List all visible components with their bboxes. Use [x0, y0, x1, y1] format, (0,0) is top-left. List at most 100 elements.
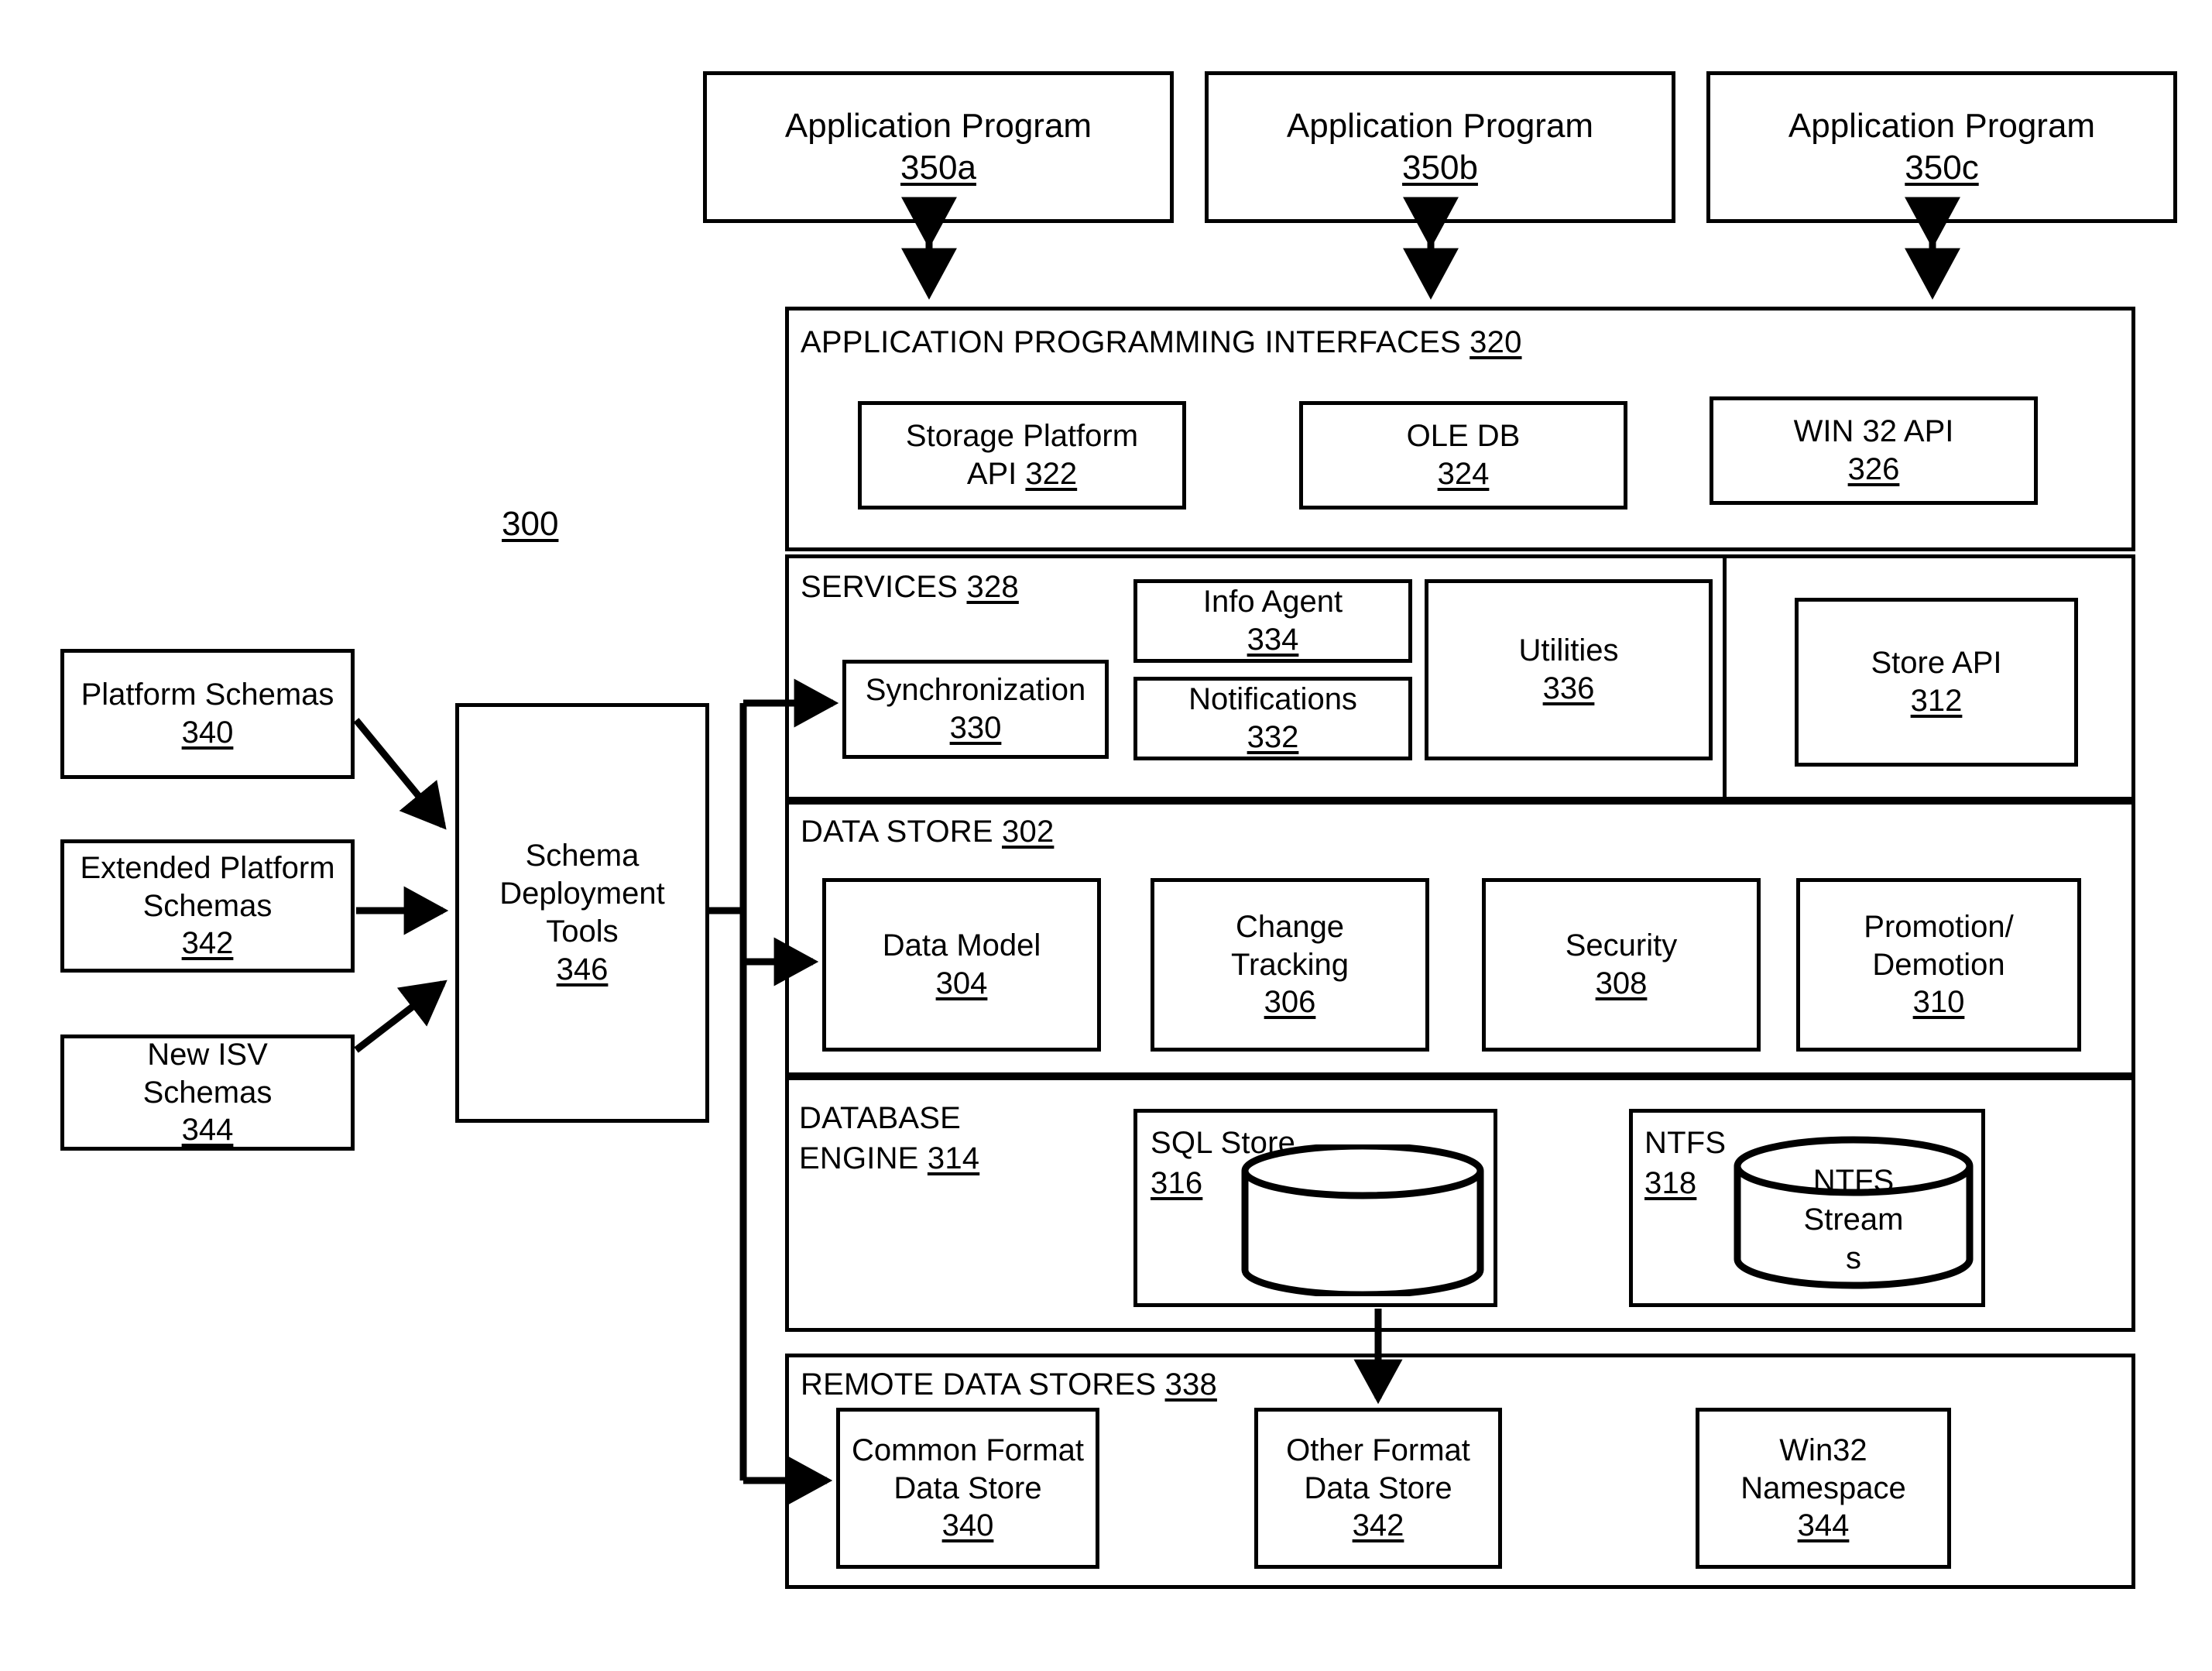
application-program-350c-number: 350c: [1905, 149, 1979, 187]
figure-canvas: Application Program 350a Application Pro…: [0, 0, 2212, 1671]
store-api-label: Store API: [1871, 646, 2002, 681]
ntfs-label: NTFS: [1644, 1126, 1727, 1160]
security-308: Security 308: [1482, 878, 1761, 1052]
extended-platform-schemas-label-line2: Schemas: [142, 888, 273, 923]
application-program-350a-label: Application Program: [784, 107, 1092, 146]
new-isv-schemas-number: 344: [181, 1113, 234, 1148]
schema-deployment-tools-label-line1: Schema: [525, 839, 640, 873]
data-store-title-number: 302: [1002, 815, 1055, 849]
services-title-number: 328: [966, 570, 1019, 604]
platform-schemas-number: 340: [181, 715, 234, 750]
application-program-350b: Application Program 350b: [1205, 71, 1675, 223]
utilities-label: Utilities: [1518, 633, 1619, 668]
win32-namespace-label-line1: Win32: [1779, 1433, 1867, 1467]
data-store-title: DATA STORE 302: [801, 815, 1054, 849]
api-title-number: 320: [1470, 325, 1522, 359]
application-program-350b-label: Application Program: [1286, 107, 1594, 146]
application-program-350c: Application Program 350c: [1706, 71, 2177, 223]
other-format-data-store-number: 342: [1352, 1508, 1404, 1543]
services-title: SERVICES 328: [801, 570, 1019, 605]
storage-platform-api-label: Storage Platform: [905, 419, 1139, 454]
figure-reference-numeral: 300: [502, 505, 558, 544]
application-program-350c-label: Application Program: [1788, 107, 2096, 146]
common-format-data-store-number: 340: [941, 1508, 994, 1543]
info-agent-number: 334: [1247, 623, 1299, 657]
common-format-data-store-label-line1: Common Format: [851, 1433, 1085, 1467]
extended-platform-schemas-label-line1: Extended Platform: [80, 850, 335, 885]
schema-deployment-tools-label-line2: Deployment: [499, 877, 665, 911]
services-title-text: SERVICES: [801, 570, 959, 604]
application-program-350b-number: 350b: [1402, 149, 1478, 187]
storage-platform-api-label2: API 322: [967, 455, 1077, 493]
api-title-text: APPLICATION PROGRAMMING INTERFACES: [801, 325, 1461, 359]
ntfs-streams-line3: s: [1846, 1241, 1861, 1275]
win32-namespace-label-line2: Namespace: [1740, 1470, 1906, 1505]
ole-db-label: OLE DB: [1406, 419, 1521, 454]
data-model-label: Data Model: [882, 928, 1041, 963]
sql-store-cylinder-icon: [1241, 1144, 1484, 1296]
store-api-312: Store API 312: [1795, 598, 2078, 767]
notifications-label: Notifications: [1188, 682, 1357, 717]
new-isv-schemas-label-line1: New ISV: [147, 1037, 268, 1072]
info-agent-334: Info Agent 334: [1133, 579, 1412, 663]
database-engine-title-number: 314: [927, 1141, 980, 1175]
change-tracking-label-line1: Change: [1235, 909, 1345, 944]
synchronization-330: Synchronization 330: [842, 660, 1109, 759]
store-api-number: 312: [1910, 684, 1963, 718]
schema-deployment-tools-label-line3: Tools: [546, 914, 619, 949]
platform-schemas-label: Platform Schemas: [81, 678, 334, 712]
notifications-332: Notifications 332: [1133, 677, 1412, 760]
application-program-350a-number: 350a: [900, 149, 976, 187]
storage-platform-api-line2: API: [966, 457, 1017, 491]
platform-schemas-340: Platform Schemas 340: [60, 649, 355, 779]
sql-store-number: 316: [1151, 1166, 1203, 1200]
data-store-title-text: DATA STORE: [801, 815, 993, 849]
remote-data-stores-title: REMOTE DATA STORES 338: [801, 1367, 1217, 1402]
data-model-number: 304: [935, 966, 988, 1000]
promotion-demotion-number: 310: [1912, 985, 1965, 1020]
security-number: 308: [1595, 966, 1648, 1000]
win-32-api-326: WIN 32 API 326: [1710, 396, 2038, 505]
database-engine-title-line2: ENGINE: [799, 1141, 919, 1175]
ntfs-number: 318: [1644, 1166, 1697, 1200]
security-label: Security: [1565, 928, 1678, 963]
remote-data-stores-title-text: REMOTE DATA STORES: [801, 1367, 1157, 1402]
ole-db-324: OLE DB 324: [1299, 401, 1627, 510]
other-format-data-store-label-line1: Other Format: [1286, 1433, 1470, 1467]
change-tracking-label-line2: Tracking: [1231, 947, 1349, 982]
storage-platform-api-322: Storage Platform API 322: [858, 401, 1186, 510]
ntfs-streams-line2: Stream: [1803, 1203, 1904, 1237]
other-format-data-store-342: Other Format Data Store 342: [1254, 1408, 1502, 1569]
win-32-api-label: WIN 32 API: [1793, 414, 1954, 449]
figure-number-text: 300: [502, 505, 559, 543]
ole-db-number: 324: [1437, 457, 1490, 491]
win-32-api-number: 326: [1847, 452, 1900, 486]
info-agent-label: Info Agent: [1202, 585, 1343, 619]
utilities-336: Utilities 336: [1425, 579, 1713, 760]
promotion-demotion-310: Promotion/ Demotion 310: [1796, 878, 2081, 1052]
win32-namespace-344: Win32 Namespace 344: [1696, 1408, 1951, 1569]
change-tracking-306: Change Tracking 306: [1151, 878, 1429, 1052]
promotion-demotion-label-line2: Demotion: [1872, 947, 2005, 982]
schema-deployment-tools-number: 346: [556, 952, 609, 986]
ntfs-streams-line1: NTFS: [1812, 1164, 1895, 1198]
win32-namespace-number: 344: [1797, 1508, 1850, 1543]
extended-platform-schemas-number: 342: [181, 926, 234, 961]
data-model-304: Data Model 304: [822, 878, 1101, 1052]
database-engine-title: DATABASE ENGINE 314: [799, 1098, 979, 1179]
database-engine-title-line1: DATABASE: [799, 1101, 962, 1135]
ntfs-label-group: NTFS 318: [1644, 1123, 1726, 1203]
change-tracking-number: 306: [1264, 985, 1316, 1020]
remote-data-stores-title-number: 338: [1164, 1367, 1217, 1402]
database-engine-title-line2-wrap: ENGINE 314: [799, 1138, 979, 1179]
synchronization-label: Synchronization: [865, 673, 1086, 708]
application-programming-interfaces-title: APPLICATION PROGRAMMING INTERFACES 320: [801, 325, 1522, 360]
extended-platform-schemas-342: Extended Platform Schemas 342: [60, 839, 355, 973]
common-format-data-store-label-line2: Data Store: [893, 1470, 1042, 1505]
storage-platform-api-number: 322: [1025, 457, 1078, 491]
synchronization-number: 330: [949, 711, 1002, 745]
promotion-demotion-label-line1: Promotion/: [1864, 909, 2014, 944]
notifications-number: 332: [1247, 720, 1299, 754]
application-program-350a: Application Program 350a: [703, 71, 1174, 223]
ntfs-streams-cylinder-text: NTFS Stream s: [1740, 1161, 1967, 1278]
